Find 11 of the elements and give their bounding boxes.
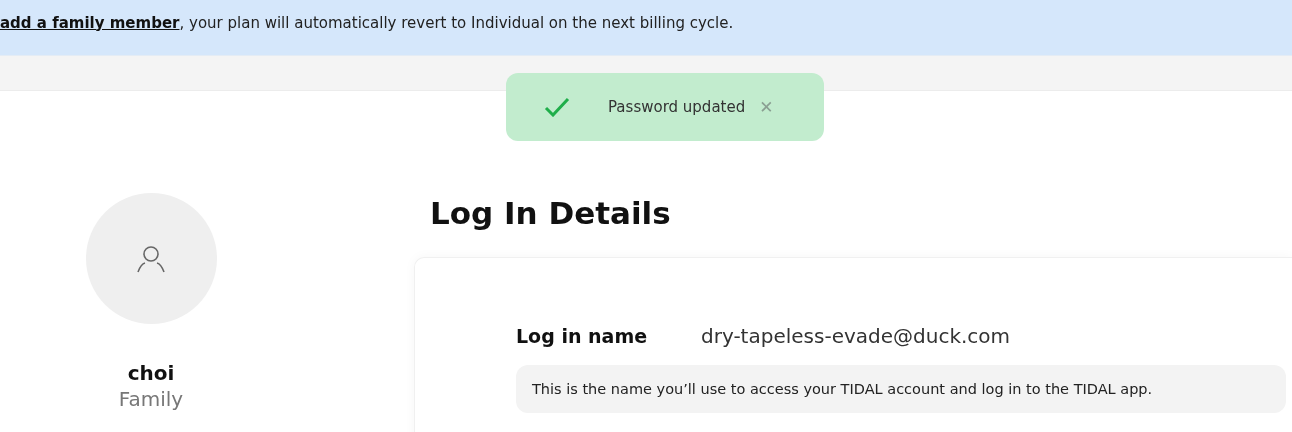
user-icon [135, 244, 167, 273]
plan-name: Family [118, 387, 184, 411]
profile-name: choi [127, 361, 175, 385]
add-family-member-link[interactable]: add a family member [0, 13, 180, 32]
hint-text: This is the name you’ll use to access your TIDAL account and log in to the TIDAL app. [516, 365, 1286, 413]
banner-message: add a family member, your plan will automatically revert to Individual on the next billing cycle. [0, 13, 734, 32]
check-icon [544, 97, 570, 117]
toast-message: Password updated [608, 98, 746, 116]
field-label: Log in name [516, 325, 649, 347]
field-value: dry-tapeless-evade@duck.com [701, 324, 1011, 348]
section-title: Log In Details [430, 194, 672, 233]
